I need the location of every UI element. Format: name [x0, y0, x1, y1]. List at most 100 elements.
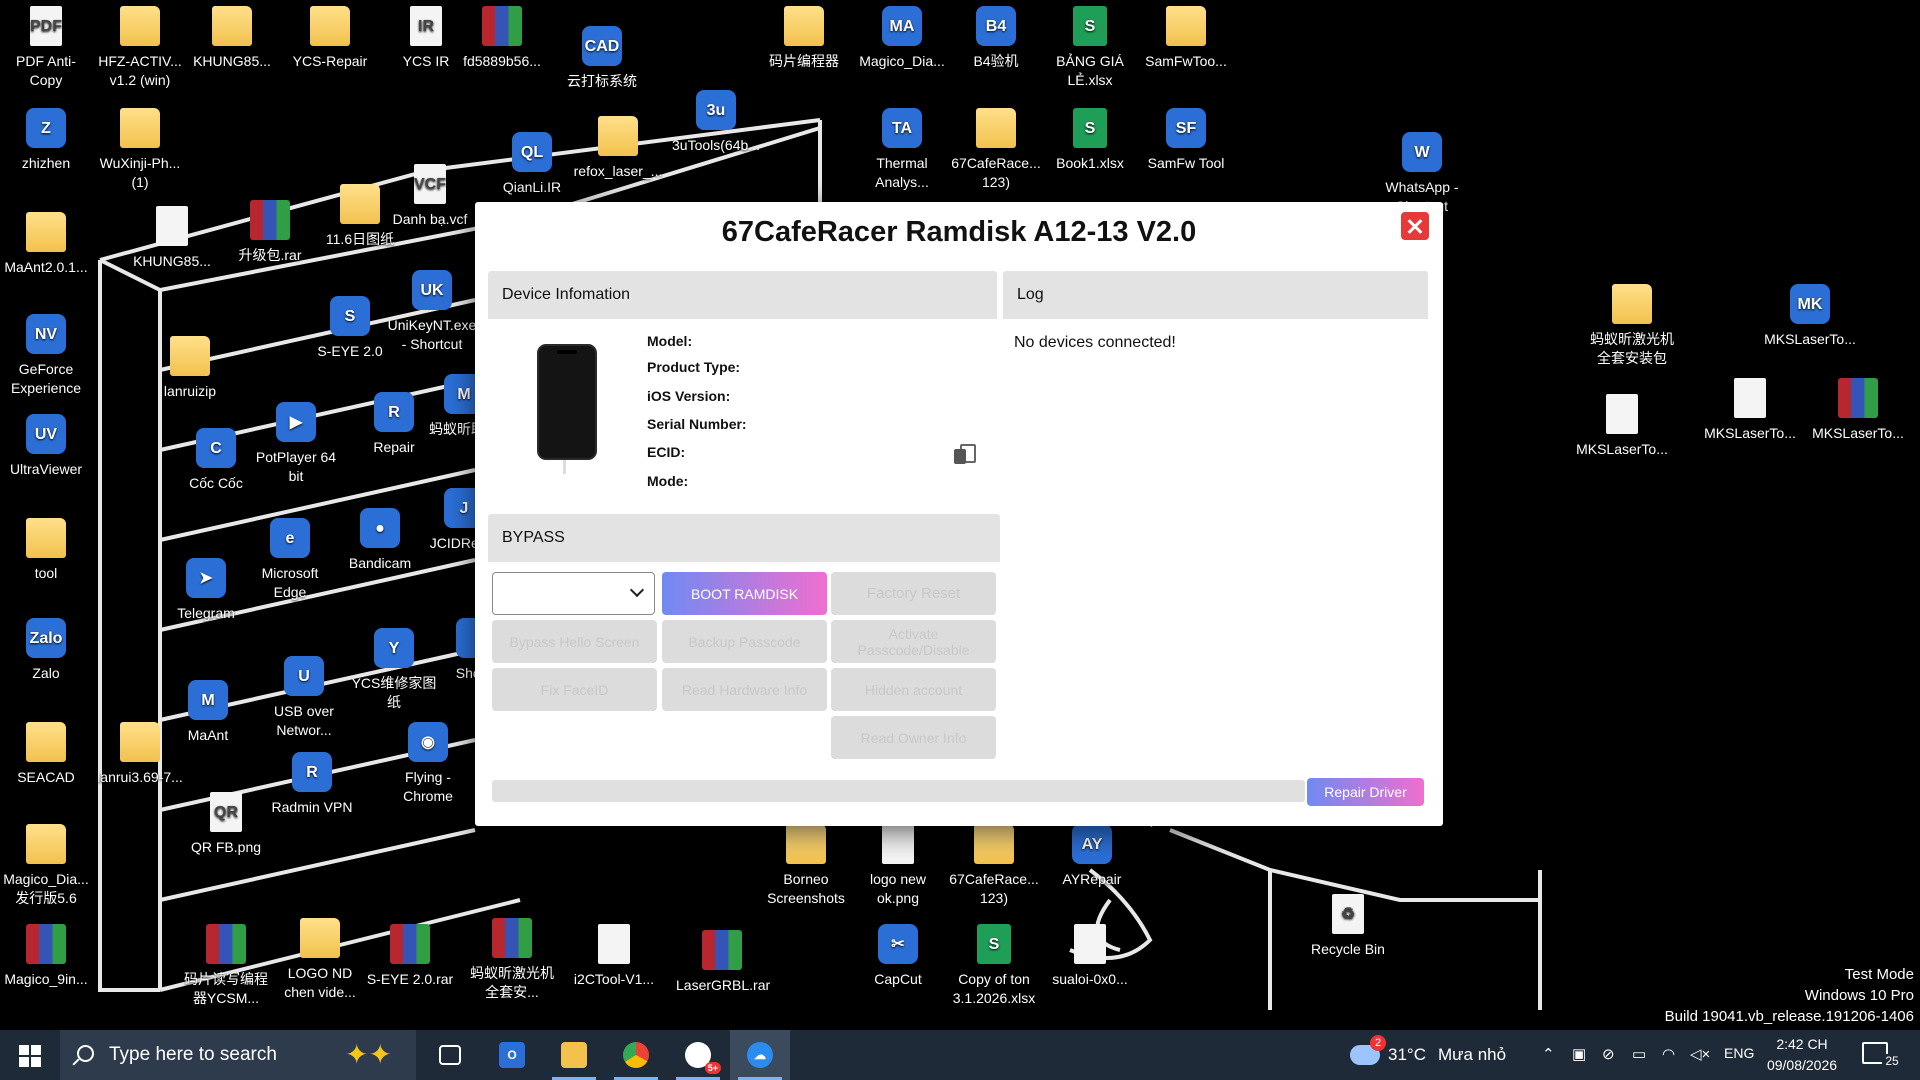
desktop-icon[interactable]: R Radmin VPN — [266, 752, 358, 817]
close-button[interactable] — [1401, 212, 1429, 240]
desktop-icon[interactable]: MKSLaserTo... — [1704, 378, 1796, 443]
desktop-icon[interactable]: HFZ-ACTIV... v1.2 (win) — [94, 6, 186, 90]
desktop-icon[interactable]: Magico_Dia... 发行版5.6 — [0, 824, 92, 908]
repair-driver-button[interactable]: Repair Driver — [1307, 778, 1424, 806]
factory-reset-button[interactable]: Factory Reset — [831, 572, 996, 615]
backup-passcode-button[interactable]: Backup Passcode — [662, 620, 827, 663]
desktop-icon[interactable]: TA Thermal Analys... — [856, 108, 948, 192]
desktop-icon[interactable]: LOGO ND chen vide... — [274, 918, 366, 1002]
volume-mute-icon[interactable]: ◁× — [1690, 1045, 1710, 1063]
desktop-icon[interactable]: SEACAD — [0, 722, 92, 787]
desktop-icon[interactable]: tool — [0, 518, 92, 583]
taskbar-app-zalo[interactable]: 5+ — [668, 1030, 728, 1080]
desktop-icon[interactable]: ➤ Telegram — [160, 558, 252, 623]
desktop-icon[interactable]: LaserGRBL.rar — [676, 930, 770, 995]
wifi-icon[interactable]: ◠ — [1662, 1045, 1675, 1063]
start-button[interactable] — [0, 1030, 60, 1080]
desktop-icon[interactable]: ♻ Recycle Bin — [1302, 894, 1394, 959]
desktop-icon[interactable]: ◉ Flying - Chrome — [382, 722, 474, 806]
desktop-icon[interactable]: Zalo Zalo — [0, 618, 92, 683]
boot-ramdisk-button[interactable]: BOOT RAMDISK — [662, 572, 827, 615]
desktop-icon[interactable]: Zzhizhen — [0, 108, 92, 173]
desktop-icon[interactable]: S S-EYE 2.0 — [304, 296, 396, 361]
desktop-icon[interactable]: S Book1.xlsx — [1044, 108, 1136, 173]
desktop-icon[interactable]: CAD 云打标系统 — [556, 26, 648, 91]
chevron-up-icon[interactable]: ⌃ — [1542, 1045, 1555, 1063]
desktop-icon[interactable]: S-EYE 2.0.rar — [364, 924, 456, 989]
desktop-icon[interactable]: sualoi-0x0... — [1044, 924, 1136, 989]
task-view-button[interactable] — [420, 1030, 480, 1080]
activate-passcode-button[interactable]: Activate Passcode/Disable — [831, 620, 996, 663]
notification-center-button[interactable]: 25 — [1862, 1042, 1902, 1072]
desktop-icon[interactable]: ✂ CapCut — [852, 924, 944, 989]
battery-icon[interactable]: ▭ — [1632, 1045, 1646, 1063]
desktop-icon[interactable]: 码片编程器 — [758, 6, 850, 71]
desktop-icon[interactable]: C Cốc Cốc — [170, 428, 262, 493]
system-clock[interactable]: 2:42 CH 09/08/2026 — [1752, 1034, 1852, 1076]
desktop-icon[interactable]: 3u 3uTools(64b... — [670, 90, 762, 155]
desktop-icon[interactable]: QR QR FB.png — [180, 792, 272, 857]
desktop-icon[interactable]: Magico_9in... — [0, 924, 92, 989]
desktop-icon[interactable]: WuXinji-Ph... (1) — [94, 108, 186, 192]
desktop-icon[interactable]: ● Bandicam — [334, 508, 426, 573]
camera-off-icon[interactable]: ⊘ — [1602, 1045, 1615, 1063]
desktop-icon[interactable]: UK UniKeyNT.exe - Shortcut — [386, 270, 478, 354]
search-input[interactable]: Type here to search ✦✦ — [60, 1030, 416, 1080]
desktop-icon[interactable]: 67CafeRace... 123) — [948, 824, 1040, 908]
desktop-icon[interactable]: U USB over Networ... — [258, 656, 350, 740]
desktop-icon[interactable]: KHUNG85... — [126, 206, 218, 271]
desktop-icon[interactable]: fd5889b56... — [456, 6, 548, 71]
desktop-icon[interactable]: YCS-Repair — [284, 6, 376, 71]
desktop-icon[interactable]: SF SamFw Tool — [1140, 108, 1232, 173]
desktop-icon[interactable]: 蚂蚁昕激光机全套安... — [466, 918, 558, 1002]
desktop-icon[interactable]: logo new ok.png — [852, 824, 944, 908]
taskbar-app-cloud[interactable]: ☁ — [730, 1030, 790, 1080]
desktop-icon[interactable]: UV UltraViewer — [0, 414, 92, 479]
desktop-icon[interactable]: PDF PDF Anti-Copy — [0, 6, 92, 90]
desktop-icon[interactable]: 67CafeRace... 123) — [950, 108, 1042, 192]
desktop-icon[interactable]: QL QianLi.IR — [486, 132, 578, 197]
desktop-icon[interactable]: SamFwToo... — [1140, 6, 1232, 71]
desktop-icon[interactable]: 码片读写编程器YCSM... — [180, 924, 272, 1008]
desktop-icon[interactable]: lanrui3.69-7... — [94, 722, 186, 787]
desktop-icon-label: sualoi-0x0... — [1052, 971, 1128, 987]
fix-faceid-button[interactable]: Fix FaceID — [492, 668, 657, 711]
read-hardware-info-button[interactable]: Read Hardware Info — [662, 668, 827, 711]
desktop-icon[interactable]: e Microsoft Edge — [244, 518, 336, 602]
desktop-icon[interactable]: S BẢNG GIÁ LẺ.xlsx — [1044, 6, 1136, 90]
desktop-icon[interactable]: NV GeForce Experience — [0, 314, 92, 398]
desktop-icon[interactable]: lanruizip — [144, 336, 236, 401]
weather-widget[interactable]: 2 31°C Mưa nhỏ — [1350, 1030, 1506, 1080]
copy-icon[interactable] — [954, 444, 976, 466]
desktop-icon[interactable]: MaAnt2.0.1... — [0, 212, 92, 277]
meet-now-icon[interactable]: ▣ — [1572, 1045, 1586, 1063]
desktop-icon[interactable]: Borneo Screenshots — [760, 824, 852, 908]
desktop-icon[interactable]: 蚂蚁昕激光机全套安装包 — [1586, 284, 1678, 368]
desktop-icon[interactable]: MK MKSLaserTo... — [1764, 284, 1856, 349]
hidden-account-button[interactable]: Hidden account — [831, 668, 996, 711]
taskbar-app-outlook[interactable]: O — [482, 1030, 542, 1080]
desktop-icon[interactable]: refox_laser_... — [572, 116, 664, 181]
read-owner-info-button[interactable]: Read Owner Info — [831, 716, 996, 759]
taskbar-app-chrome[interactable] — [606, 1030, 666, 1080]
taskbar-app-file-explorer[interactable] — [544, 1030, 604, 1080]
desktop-icon[interactable]: AY AYRepair — [1046, 824, 1138, 889]
desktop-icon[interactable]: MKSLaserTo... — [1576, 394, 1668, 459]
desktop-icon[interactable]: S Copy of ton 3.1.2026.xlsx — [948, 924, 1040, 1008]
desktop-icon[interactable]: MA Magico_Dia... — [856, 6, 948, 71]
desktop-icon[interactable]: i2CTool-V1... — [568, 924, 660, 989]
desktop-icon[interactable]: B4 B4验机 — [950, 6, 1042, 71]
desktop-icon[interactable]: 升级包.rar — [224, 200, 316, 265]
app-icon: ● — [360, 508, 400, 548]
notification-count: 25 — [1882, 1054, 1902, 1072]
language-indicator[interactable]: ENG — [1724, 1045, 1754, 1061]
bypass-hello-screen-button[interactable]: Bypass Hello Screen — [492, 620, 657, 663]
desktop-icon[interactable]: Y YCS维修家图纸 — [348, 628, 440, 712]
desktop-icon[interactable]: ▶ PotPlayer 64 bit — [250, 402, 342, 486]
desktop-icon-label: USB over Networ... — [274, 703, 334, 738]
desktop-icon[interactable]: KHUNG85... — [186, 6, 278, 71]
desktop-icon[interactable]: VCF Danh bạ.vcf — [384, 164, 476, 229]
mode-select-dropdown[interactable] — [492, 572, 655, 615]
desktop-icon[interactable]: MKSLaserTo... — [1812, 378, 1904, 443]
desktop-icon-label: S-EYE 2.0 — [317, 343, 383, 359]
